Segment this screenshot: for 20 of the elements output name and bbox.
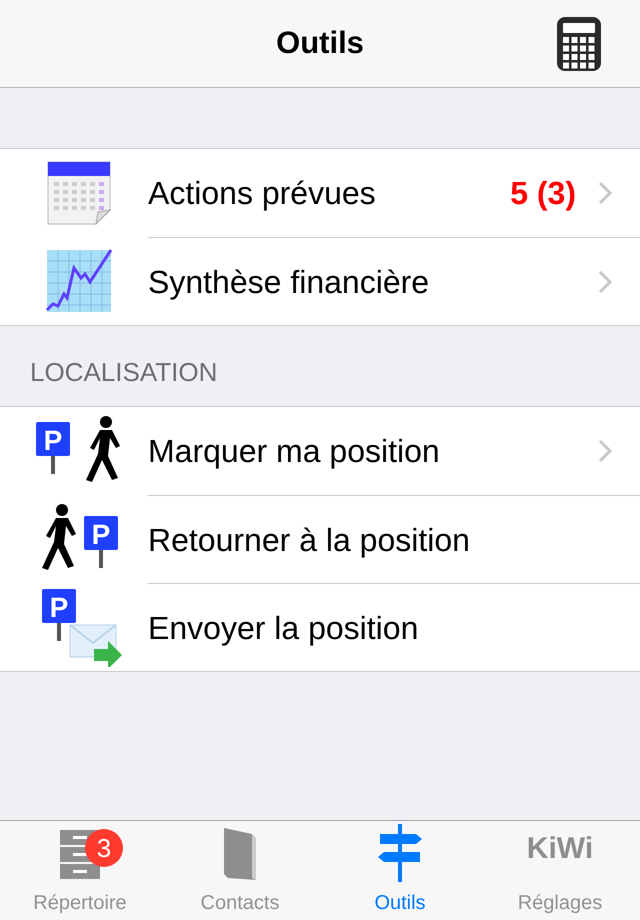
table-row[interactable]: Actions prévues 5 (3) [0, 149, 640, 237]
table-row[interactable]: Synthèse financière [0, 237, 640, 325]
row-label: Actions prévues [148, 174, 377, 213]
row-label: Synthèse financière [148, 262, 430, 302]
section-header: LOCALISATION [30, 356, 218, 389]
row-label: Envoyer la position [148, 608, 420, 648]
logo-text: KiWi [526, 831, 594, 867]
count-label: 5 (3) [510, 174, 576, 213]
line-chart-icon [45, 248, 113, 314]
calculator-button[interactable] [556, 16, 602, 72]
row-label: Marquer ma position [148, 432, 441, 471]
screen-title: Outils [276, 24, 364, 62]
signpost-icon [376, 824, 424, 882]
row-label: Retourner à la position [148, 520, 471, 560]
notification-badge: 3 [85, 829, 123, 867]
table-row[interactable]: P Retourner à la position [0, 495, 640, 583]
tab[interactable]: Répertoire 3 [0, 821, 160, 920]
tab[interactable]: Outils [320, 821, 480, 920]
table-row[interactable]: P Marquer ma position [0, 407, 640, 495]
table-row[interactable]: P Envoyer la position [0, 583, 640, 671]
